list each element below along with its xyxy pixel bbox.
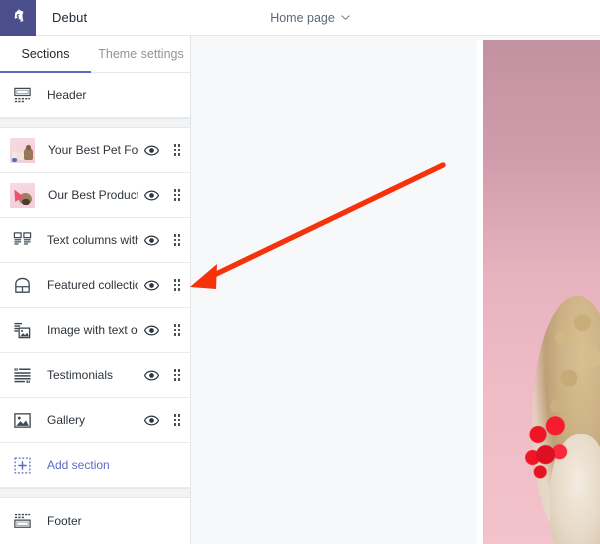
chevron-down-icon <box>341 13 350 22</box>
gallery-icon <box>10 408 34 432</box>
sidebar-item-label: Image with text ov... <box>34 323 138 337</box>
eye-visibility-icon[interactable] <box>138 325 164 336</box>
eye-visibility-icon[interactable] <box>138 235 164 246</box>
drag-handle-icon[interactable] <box>164 279 190 291</box>
section-list: Header Your Best Pet Food... <box>0 73 190 543</box>
red-bow-shape <box>524 410 578 482</box>
sidebar-item-label: Featured collection <box>34 278 138 292</box>
best-product-thumbnail <box>10 183 35 208</box>
tab-theme-settings[interactable]: Theme settings <box>91 36 191 72</box>
add-section-plus-icon <box>10 453 34 477</box>
sidebar-item-label: Header <box>34 88 190 102</box>
eye-visibility-icon[interactable] <box>138 415 164 426</box>
sidebar-item-testimonials[interactable]: Testimonials <box>0 353 190 398</box>
section-group-divider-top <box>0 118 190 128</box>
sidebar-item-label: Testimonials <box>34 368 138 382</box>
theme-editor-app: Debut Home page Sections Theme settings <box>0 0 600 544</box>
drag-handle-icon[interactable] <box>164 324 190 336</box>
sidebar-item-label: Our Best Product ... <box>35 188 138 202</box>
page-selector[interactable]: Home page <box>270 11 350 25</box>
sidebar-item-label: Gallery <box>34 413 138 427</box>
dog-curls-shape <box>544 300 600 426</box>
sidebar-item-label: Your Best Pet Food... <box>35 143 138 157</box>
theme-preview-pane[interactable] <box>191 36 600 544</box>
hero-image <box>483 40 600 544</box>
sidebar-item-featured-collection[interactable]: Featured collection <box>0 263 190 308</box>
sections-sidebar: Sections Theme settings <box>0 36 191 544</box>
eye-visibility-icon[interactable] <box>138 190 164 201</box>
shopify-bag-icon[interactable] <box>0 0 36 36</box>
sidebar-item-footer[interactable]: Footer <box>0 498 190 543</box>
tab-sections[interactable]: Sections <box>0 36 91 72</box>
featured-collection-icon <box>10 273 34 297</box>
tab-theme-settings-label: Theme settings <box>98 47 183 61</box>
sidebar-item-our-best-product[interactable]: Our Best Product ... <box>0 173 190 218</box>
footer-layout-icon <box>10 509 34 533</box>
header-layout-icon <box>10 83 34 107</box>
drag-handle-icon[interactable] <box>164 234 190 246</box>
pet-food-thumbnail <box>10 138 35 163</box>
sidebar-item-header[interactable]: Header <box>0 73 190 118</box>
drag-handle-icon[interactable] <box>164 189 190 201</box>
image-with-text-overlay-icon <box>10 318 34 342</box>
tab-sections-label: Sections <box>22 47 70 61</box>
sidebar-item-your-best-pet-food[interactable]: Your Best Pet Food... <box>0 128 190 173</box>
add-section-button[interactable]: Add section <box>0 443 190 488</box>
sidebar-item-image-with-text-overlay[interactable]: Image with text ov... <box>0 308 190 353</box>
eye-visibility-icon[interactable] <box>138 370 164 381</box>
preview-canvas[interactable] <box>483 40 600 544</box>
drag-handle-icon[interactable] <box>164 369 190 381</box>
sidebar-item-gallery[interactable]: Gallery <box>0 398 190 443</box>
sidebar-item-label: Footer <box>34 514 190 528</box>
sidebar-item-label: Text columns with i... <box>34 233 138 247</box>
sidebar-tabs: Sections Theme settings <box>0 36 190 73</box>
eye-visibility-icon[interactable] <box>138 280 164 291</box>
page-selector-label: Home page <box>270 11 335 25</box>
drag-handle-icon[interactable] <box>164 144 190 156</box>
sidebar-item-text-columns[interactable]: Text columns with i... <box>0 218 190 263</box>
text-columns-icon <box>10 228 34 252</box>
section-group-divider-bottom <box>0 488 190 498</box>
eye-visibility-icon[interactable] <box>138 145 164 156</box>
testimonials-icon <box>10 363 34 387</box>
add-section-label: Add section <box>34 458 190 472</box>
shop-title: Debut <box>36 0 87 35</box>
drag-handle-icon[interactable] <box>164 414 190 426</box>
